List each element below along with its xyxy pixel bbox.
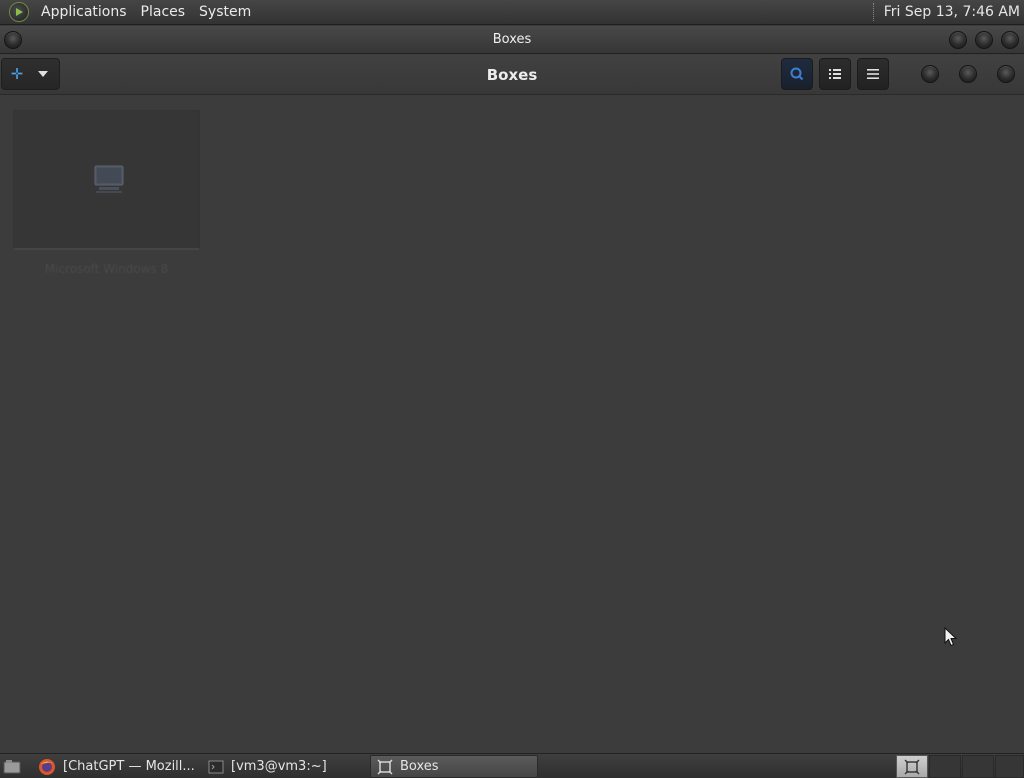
boxes-icon	[377, 759, 393, 775]
minimize-icon[interactable]	[949, 31, 967, 49]
boxes-collection: Microsoft Windows 8	[0, 96, 1024, 753]
header-minimize-icon[interactable]	[921, 65, 939, 83]
task-label: Boxes	[400, 759, 439, 774]
search-button[interactable]	[781, 58, 813, 90]
panel-separator	[872, 3, 876, 21]
top-panel: Applications Places System Fri Sep 13, 7…	[0, 0, 1024, 25]
task-boxes[interactable]: Boxes	[370, 755, 538, 778]
workspace-2[interactable]	[929, 755, 961, 778]
menu-places[interactable]: Places	[134, 4, 193, 20]
box-thumbnail[interactable]	[13, 110, 200, 250]
menu-system[interactable]: System	[192, 4, 258, 20]
distro-logo-icon[interactable]	[9, 2, 29, 22]
desktop-icon	[3, 759, 21, 775]
workspace-4[interactable]	[995, 755, 1024, 778]
taskbar: [ChatGPT — Mozill... [vm3@vm3:~] Boxes	[0, 753, 1024, 778]
show-desktop-button[interactable]	[0, 755, 26, 778]
firefox-icon	[38, 758, 56, 776]
task-label: [vm3@vm3:~]	[231, 759, 327, 774]
maximize-icon[interactable]	[975, 31, 993, 49]
computer-icon	[94, 165, 124, 193]
task-firefox[interactable]: [ChatGPT — Mozill...	[32, 755, 200, 778]
boxes-icon	[904, 759, 920, 775]
headerbar: ✛ Boxes	[0, 55, 1024, 95]
workspace-3[interactable]	[962, 755, 994, 778]
menu-icon	[867, 69, 879, 79]
header-close-icon[interactable]	[997, 65, 1015, 83]
mouse-cursor-icon	[944, 627, 958, 647]
menu-button[interactable]	[857, 58, 889, 90]
menu-applications[interactable]: Applications	[34, 4, 134, 20]
terminal-icon	[208, 760, 224, 774]
list-view-button[interactable]	[819, 58, 851, 90]
box-name[interactable]: Microsoft Windows 8	[13, 262, 200, 276]
window-title: Boxes	[492, 32, 532, 47]
task-terminal[interactable]: [vm3@vm3:~]	[202, 755, 366, 778]
window-titlebar[interactable]: Boxes	[0, 26, 1024, 54]
clock[interactable]: Fri Sep 13, 7:46 AM	[884, 4, 1024, 20]
task-label: [ChatGPT — Mozill...	[63, 759, 195, 774]
header-maximize-icon[interactable]	[959, 65, 977, 83]
workspace-1[interactable]	[896, 755, 928, 778]
close-icon[interactable]	[1001, 31, 1019, 49]
search-icon	[790, 67, 804, 81]
list-view-icon	[829, 69, 841, 79]
